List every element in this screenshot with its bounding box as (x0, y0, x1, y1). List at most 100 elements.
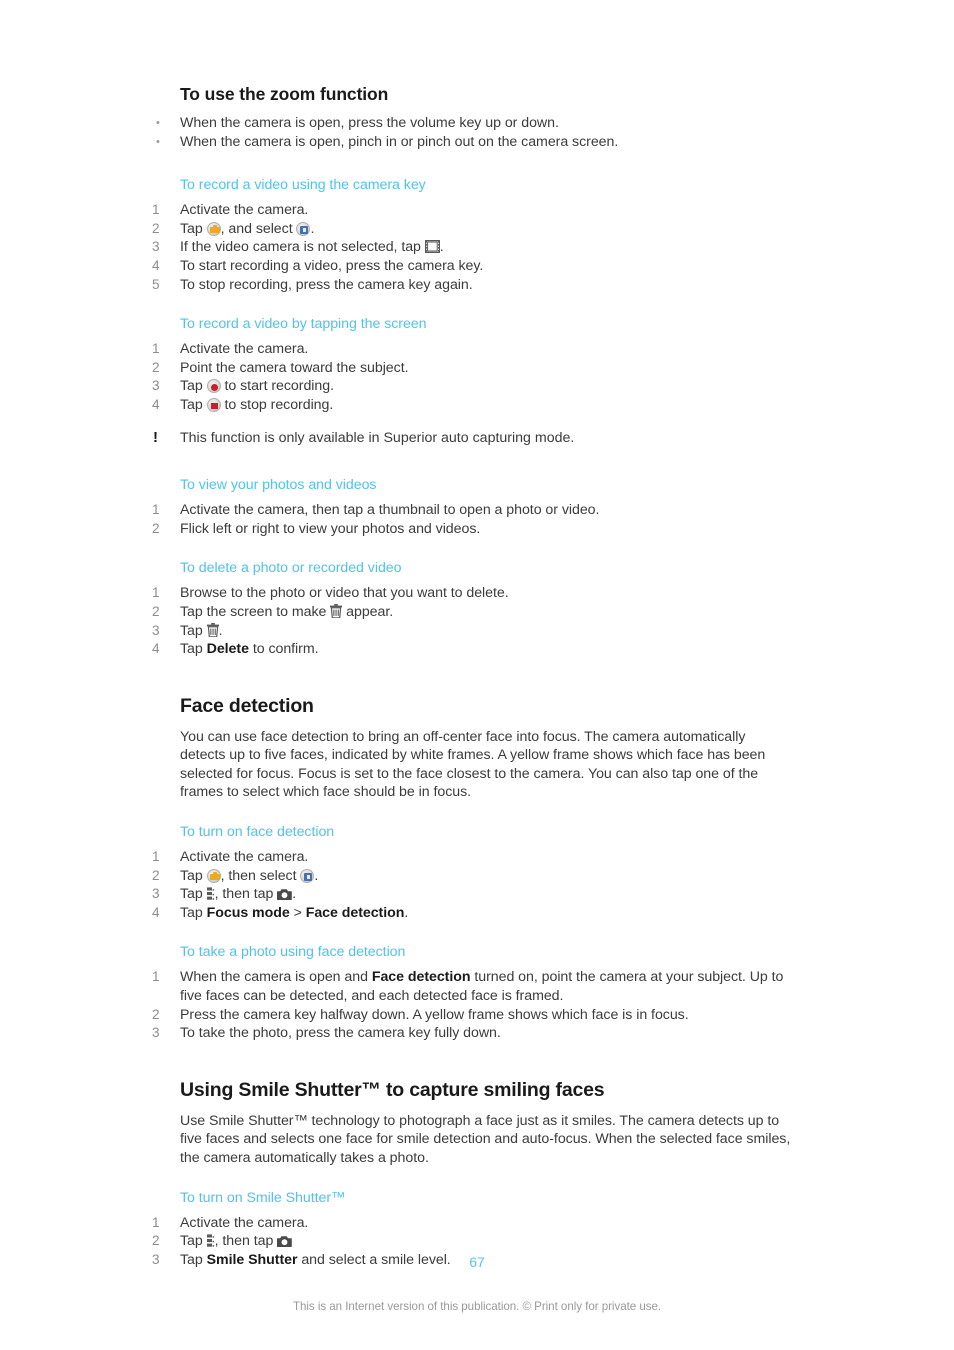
mode-selector-icon[interactable] (296, 221, 311, 236)
step-text: Tap , then tap . (180, 885, 792, 904)
step-text-part: to confirm. (248, 641, 319, 658)
heading-take-photo-face-detection: To take a photo using face detection (180, 944, 406, 961)
step-text-part: . (314, 867, 319, 884)
record-button-icon[interactable] (206, 379, 221, 394)
step-text-part: to stop recording. (220, 396, 334, 413)
settings-icon[interactable] (206, 887, 215, 900)
step-text-part: > (289, 904, 306, 921)
step-text-part: . (292, 886, 297, 903)
trash-icon[interactable] (206, 623, 219, 637)
exclamation-icon: ! (153, 428, 158, 446)
step-text-part: If the video camera is not selected, tap (180, 239, 425, 256)
list-item: • When the camera is open, press the vol… (152, 114, 792, 133)
heading-face-detection: Face detection (180, 694, 314, 717)
step-text: Tap . (180, 622, 792, 641)
heading-turn-on-face-detection: To turn on face detection (180, 824, 335, 841)
list-item: 1 Activate the camera. (152, 1214, 792, 1233)
step-text-part: Tap the screen to make (180, 603, 331, 620)
step-number: 1 (152, 502, 160, 518)
step-number: 3 (152, 886, 160, 902)
step-text-part: . (439, 239, 444, 256)
emphasis-focus-mode: Focus mode (206, 904, 290, 921)
list-item: 1 Activate the camera. (152, 848, 792, 867)
step-text: Tap to start recording. (180, 377, 792, 396)
step-text: Activate the camera. (180, 341, 309, 358)
step-number: 2 (152, 1006, 160, 1022)
step-number: 2 (152, 867, 160, 883)
step-number: 2 (152, 520, 160, 536)
step-text: To stop recording, press the camera key … (180, 276, 473, 293)
step-text: Tap the screen to make appear. (180, 603, 792, 622)
list-zoom-function: • When the camera is open, press the vol… (152, 114, 792, 151)
step-text-part: Tap (180, 867, 207, 884)
step-text: To take the photo, press the camera key … (180, 1025, 501, 1042)
step-text: Browse to the photo or video that you wa… (180, 585, 509, 602)
list-item: 2 Press the camera key halfway down. A y… (152, 1006, 792, 1025)
list-take-photo-face-detection: 1 When the camera is open and Face detec… (152, 968, 792, 1042)
list-item: 2 Point the camera toward the subject. (152, 359, 792, 378)
list-item: • When the camera is open, pinch in or p… (152, 133, 792, 152)
video-camera-icon[interactable] (424, 240, 440, 254)
mode-selector-icon[interactable] (300, 868, 315, 883)
step-text-part: , and select (220, 220, 297, 237)
capture-mode-icon[interactable] (206, 221, 221, 236)
step-text-part: Tap (180, 641, 207, 658)
list-item: 1 Browse to the photo or video that you … (152, 584, 792, 603)
camera-icon[interactable] (277, 888, 292, 900)
body-smile-shutter: Use Smile Shutter™ technology to photogr… (180, 1112, 791, 1166)
list-item: 4 Tap to stop recording. (152, 396, 792, 415)
step-text-part: Tap (180, 622, 207, 639)
step-text: Tap to stop recording. (180, 396, 792, 415)
step-text-part: , then tap (214, 886, 278, 903)
list-item: 1 Activate the camera. (152, 201, 792, 220)
bullet-marker: • (156, 135, 160, 148)
list-item: 5 To stop recording, press the camera ke… (152, 276, 792, 295)
page-number: 67 (469, 1254, 485, 1270)
step-text: Activate the camera. (180, 1214, 309, 1231)
step-number: 3 (152, 378, 160, 394)
step-number: 2 (152, 359, 160, 375)
step-number: 4 (152, 904, 160, 920)
step-text-part: Tap (180, 220, 207, 237)
step-text: Press the camera key halfway down. A yel… (180, 1006, 689, 1023)
step-text-part: Tap (180, 1233, 207, 1250)
step-number: 4 (152, 641, 160, 657)
list-item: 2 Tap the screen to make appear. (152, 603, 792, 622)
step-number: 1 (152, 1214, 160, 1230)
trash-icon[interactable] (330, 604, 343, 619)
list-record-video-tapping: 1 Activate the camera. 2 Point the camer… (152, 340, 792, 414)
heading-turn-on-smile-shutter: To turn on Smile Shutter™ (180, 1189, 346, 1206)
step-number: 4 (152, 396, 160, 412)
step-text-part: Tap (180, 378, 207, 395)
capture-mode-icon[interactable] (206, 868, 221, 883)
list-item: 1 Activate the camera. (152, 340, 792, 359)
settings-icon[interactable] (206, 1234, 215, 1247)
list-view-photos-videos: 1 Activate the camera, then tap a thumbn… (152, 501, 792, 538)
step-text-part: Tap (180, 904, 207, 921)
step-number: 4 (152, 257, 160, 273)
heading-record-video-tapping: To record a video by tapping the screen (180, 316, 427, 333)
list-item: 3 If the video camera is not selected, t… (152, 238, 792, 257)
step-text: Tap , and select . (180, 220, 792, 239)
list-item: 3 Tap to start recording. (152, 377, 792, 396)
list-item: 3 To take the photo, press the camera ke… (152, 1024, 792, 1043)
heading-delete-photo-video: To delete a photo or recorded video (180, 560, 402, 577)
step-number: 3 (152, 622, 160, 638)
list-item-text: When the camera is open, press the volum… (180, 115, 559, 131)
camera-icon[interactable] (277, 1235, 292, 1247)
step-text: Activate the camera. (180, 201, 792, 220)
step-text: Tap , then select . (180, 867, 792, 886)
step-number: 1 (152, 341, 160, 357)
stop-button-icon[interactable] (206, 397, 221, 412)
bullet-marker: • (156, 117, 160, 129)
step-text-part: , then tap (214, 1233, 278, 1250)
list-record-video-camera-key: 1 Activate the camera. 2 Tap , and selec… (152, 201, 792, 294)
step-number: 1 (152, 849, 160, 865)
list-item-text: When the camera is open, pinch in or pin… (180, 133, 619, 150)
list-item: 4 To start recording a video, press the … (152, 257, 792, 276)
